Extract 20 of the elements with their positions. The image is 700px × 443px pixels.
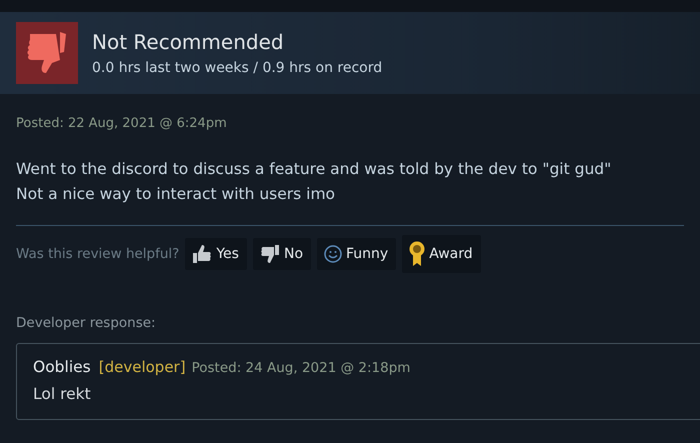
posted-date: Posted: 22 Aug, 2021 @ 6:24pm (16, 116, 228, 131)
helpful-question: Was this review helpful? (16, 246, 180, 262)
review-verdict: Not Recommended (92, 30, 285, 54)
developer-response-label: Developer response: (16, 315, 157, 331)
playtime-text: 0.0 hrs last two weeks / 0.9 hrs on record (92, 60, 382, 76)
thumbs-down-icon (258, 244, 281, 264)
review-text: Went to the discord to discuss a feature and was told by the dev to "git gud" (16, 159, 612, 180)
thumbs-up-icon (191, 244, 214, 264)
funny-vote-button[interactable]: Funny (317, 238, 396, 270)
thumbs-down-icon (16, 22, 78, 84)
review-text: Not a nice way to interact with users imo (16, 184, 336, 205)
award-ribbon-icon (408, 241, 426, 267)
author-name: Ooblies (33, 358, 91, 376)
smiley-icon (323, 244, 344, 264)
developer-tag: [developer] (98, 358, 186, 376)
yes-vote-button[interactable]: Yes (185, 238, 247, 270)
response-date: Posted: 24 Aug, 2021 @ 2:18pm (192, 360, 410, 376)
no-vote-button[interactable]: No (252, 238, 312, 270)
award-vote-button[interactable]: Award (402, 235, 481, 273)
response-text: Lol rekt (33, 385, 92, 403)
